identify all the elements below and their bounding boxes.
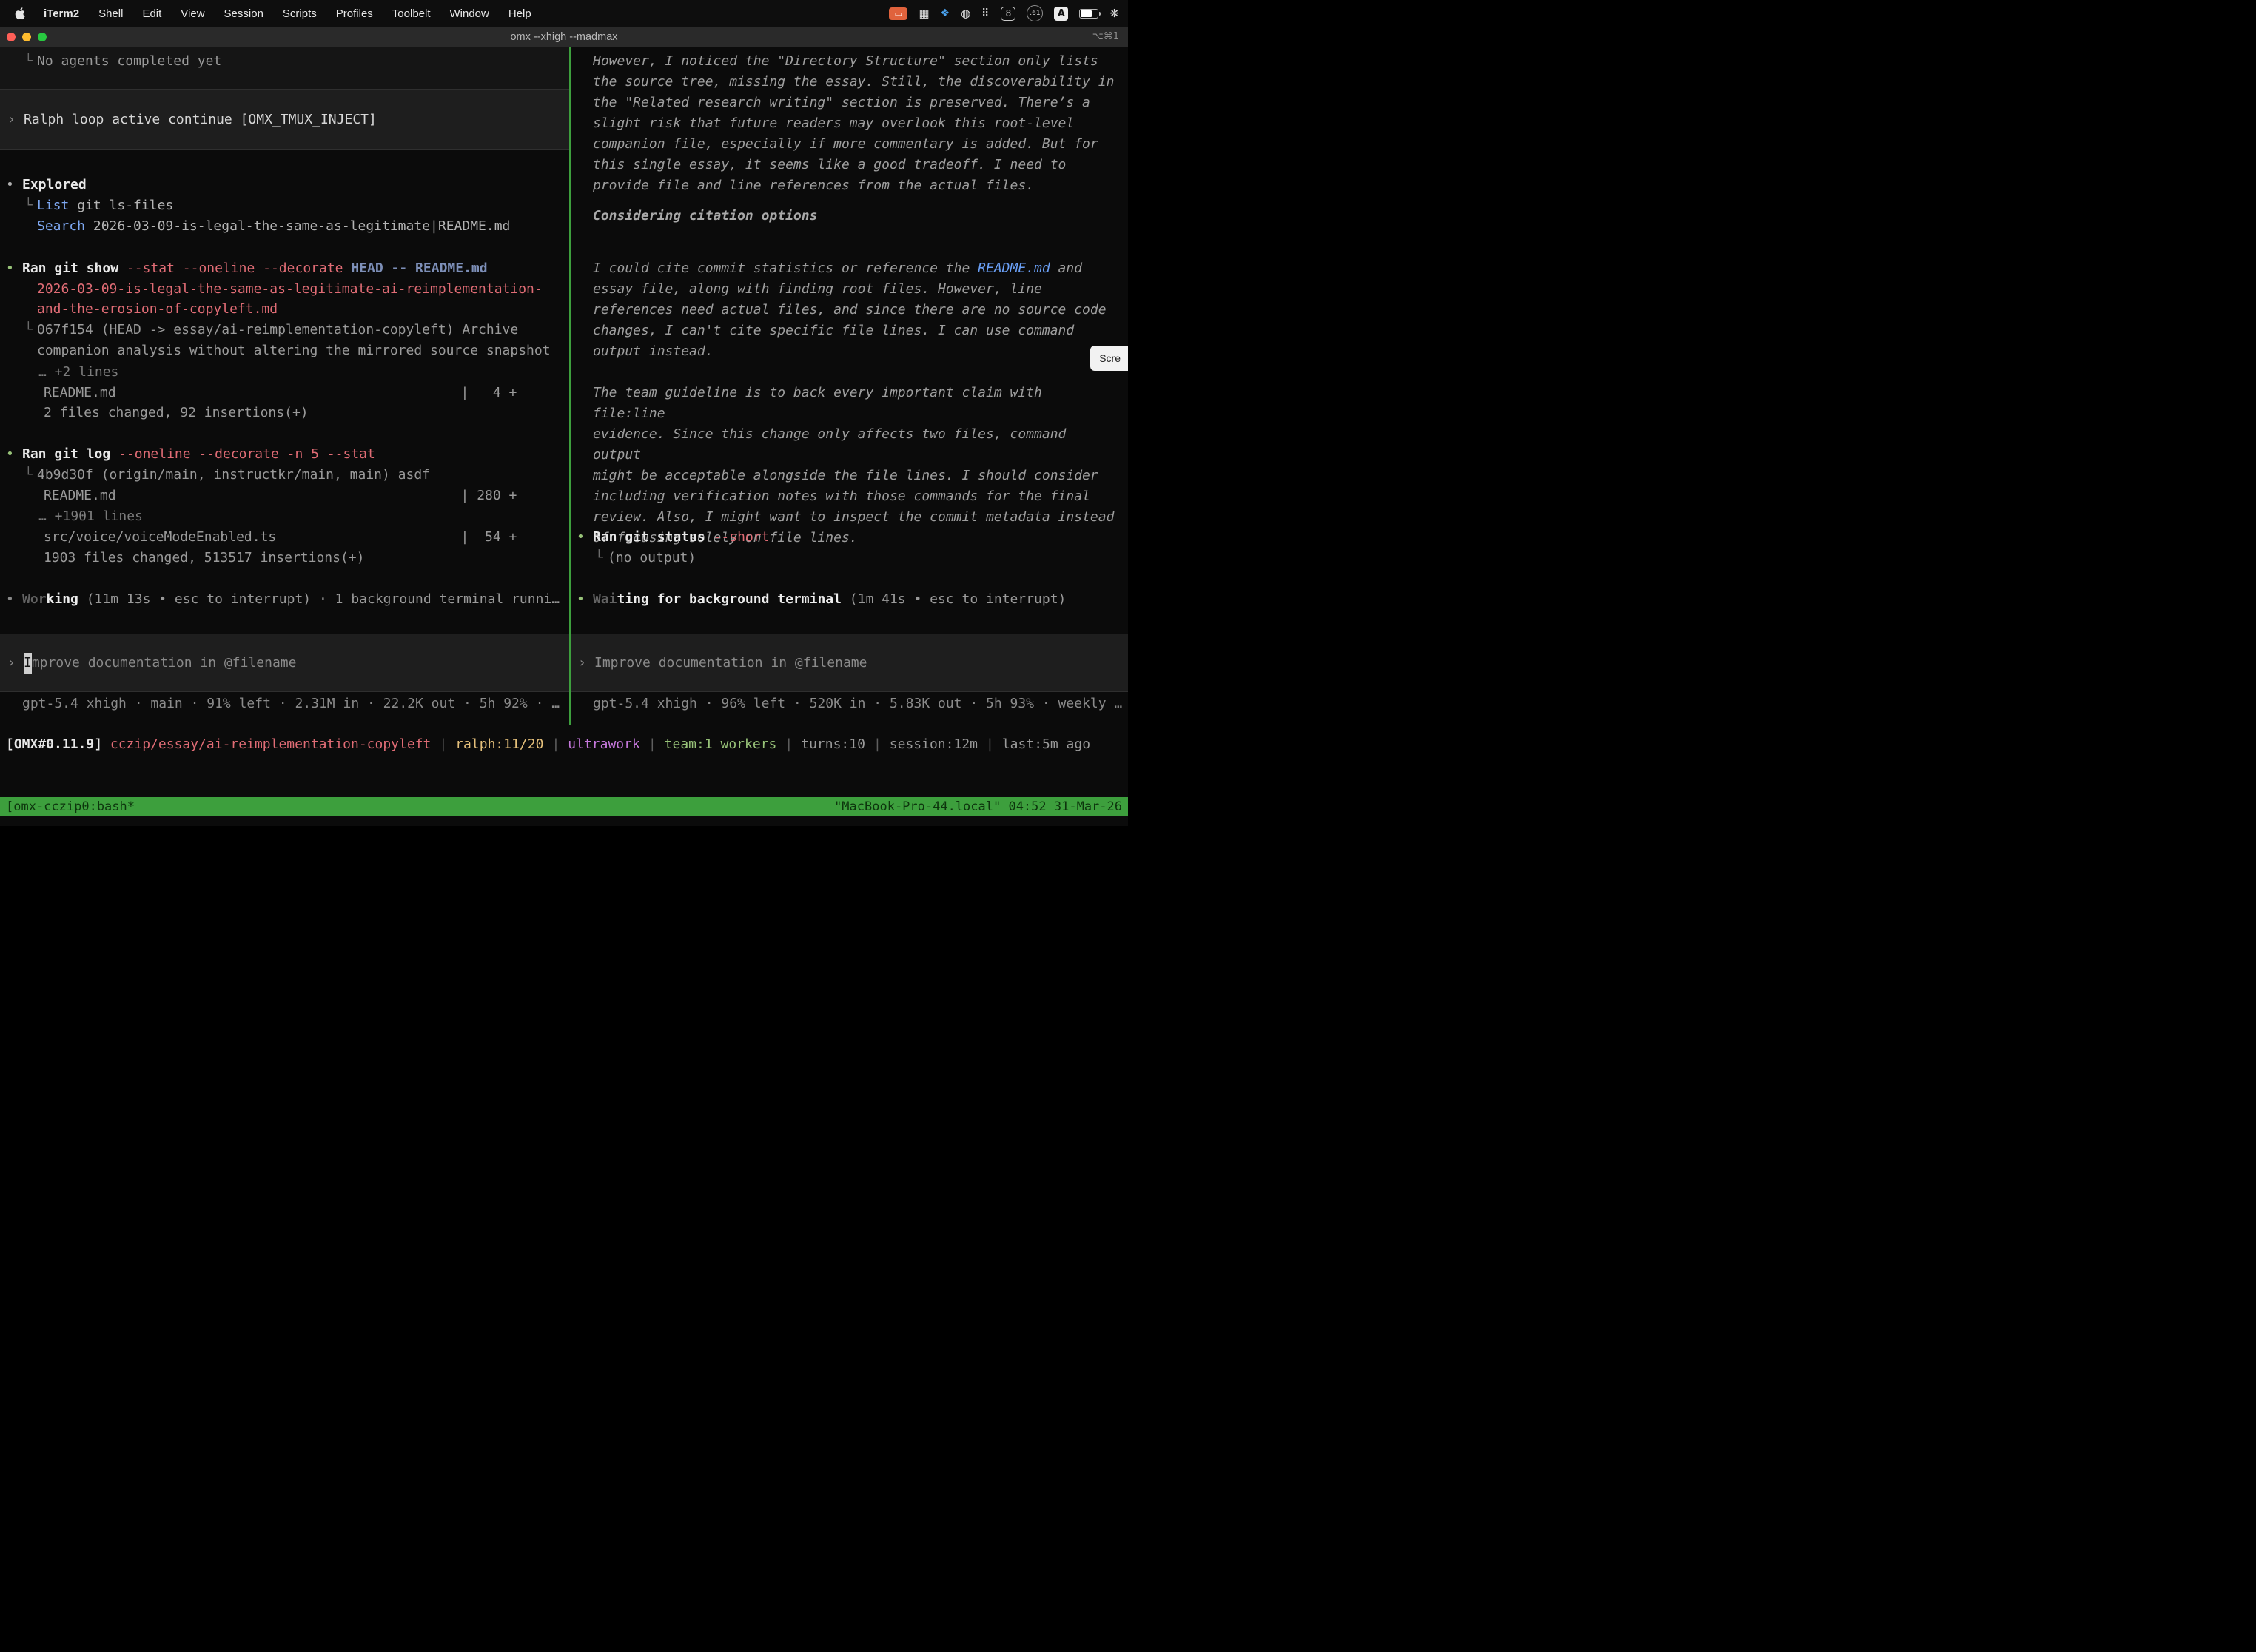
terminal-content: └No agents completed yet ›Ralph loop act… <box>0 47 1128 725</box>
prompt-text: Improve documentation in @filename <box>594 653 867 674</box>
menu-shell[interactable]: Shell <box>89 7 132 20</box>
omx-version: [OMX#0.11.9] <box>6 736 102 752</box>
menu-view[interactable]: View <box>171 7 214 20</box>
model-status-line: gpt-5.4 xhigh · 96% left · 520K in · 5.8… <box>593 694 1122 714</box>
prompt-input[interactable]: ›Improve documentation in @filename <box>0 634 569 692</box>
git-show-arg-wrap-1: 2026-03-09-is-legal-the-same-as-legitima… <box>37 279 543 300</box>
menu-session[interactable]: Session <box>215 7 273 20</box>
spinner-bullet-icon: • <box>6 589 22 610</box>
prompt-chevron-icon: › <box>7 653 24 674</box>
readme-link[interactable]: README.md <box>978 261 1050 276</box>
menu-window[interactable]: Window <box>440 7 499 20</box>
tmux-session-name[interactable]: [omx-cczip0:bash* <box>6 797 135 816</box>
git-show-stat-summary: 2 files changed, 92 insertions(+) <box>44 403 309 423</box>
omx-team: team:1 workers <box>665 736 777 752</box>
model-status-line: gpt-5.4 xhigh · main · 91% left · 2.31M … <box>22 694 560 714</box>
omx-mode: ultrawork <box>568 736 640 752</box>
omx-status-bar: [OMX#0.11.9] cczip/essay/ai-reimplementa… <box>6 734 1090 755</box>
omx-turns: turns:10 <box>801 736 865 752</box>
waiting-status-line: •Waiting for background terminal (1m 41s… <box>577 589 1066 610</box>
menu-status-area: ▭ ▦ ❖ ◍ ⠿ 8 .61 A ❋ <box>889 5 1119 21</box>
bullet-icon: • <box>6 175 22 195</box>
text-cursor: I <box>24 653 32 674</box>
ralph-banner: ›Ralph loop active continue [OMX_TMUX_IN… <box>0 90 569 150</box>
screen-share-tooltip[interactable]: Scre <box>1090 346 1128 371</box>
menu-extra-icon[interactable]: ❋ <box>1109 6 1119 21</box>
left-pane[interactable]: └No agents completed yet ›Ralph loop act… <box>0 47 569 725</box>
menu-scripts[interactable]: Scripts <box>273 7 326 20</box>
prompt-text: mprove documentation in @filename <box>32 653 297 674</box>
menu-toolbelt[interactable]: Toolbelt <box>383 7 440 20</box>
git-show-output-1: └067f154 (HEAD -> essay/ai-reimplementat… <box>24 320 518 340</box>
ran-git-log-line: •Ran git log --oneline --decorate -n 5 -… <box>6 444 375 465</box>
explored-list-line: └List git ls-files <box>24 195 173 216</box>
agents-note: └No agents completed yet <box>24 51 221 72</box>
working-status-line: •Working (11m 13s • esc to interrupt) · … <box>6 589 560 610</box>
battery-icon[interactable] <box>1079 9 1098 19</box>
menu-iterm2[interactable]: iTerm2 <box>34 7 89 20</box>
tmux-status-bar[interactable]: [omx-cczip0:bash* "MacBook-Pro-44.local" … <box>0 797 1128 816</box>
omx-last-activity: last:5m ago <box>1002 736 1090 752</box>
tree-branch-icon: └ <box>24 195 37 216</box>
ralph-banner-text: Ralph loop active continue [OMX_TMUX_INJ… <box>24 110 377 130</box>
explored-header: •Explored <box>6 175 87 195</box>
git-log-stat-readme: README.md | 280 + <box>44 486 517 506</box>
tree-branch-icon: └ <box>24 465 37 486</box>
prompt-input[interactable]: ›Improve documentation in @filename <box>571 634 1128 692</box>
battery-percent-icon[interactable]: .61 <box>1027 5 1043 21</box>
apps-grid-icon[interactable]: ⠿ <box>981 6 990 21</box>
bullet-icon: • <box>577 527 593 548</box>
git-show-more-lines[interactable]: … +2 lines <box>38 362 118 383</box>
prompt-chevron-icon: › <box>578 653 594 674</box>
git-show-stat-readme: README.md | 4 + <box>44 383 517 403</box>
apple-menu[interactable] <box>12 7 34 20</box>
explored-search-line: Search 2026-03-09-is-legal-the-same-as-l… <box>37 216 510 237</box>
omx-branch-path: cczip/essay/ai-reimplementation-copyleft <box>110 736 431 752</box>
window-shortcut-hint: ⌥⌘1 <box>1092 31 1128 42</box>
terminal-app-icon[interactable]: ◍ <box>961 6 970 21</box>
menu-edit[interactable]: Edit <box>132 7 171 20</box>
agents-panel: └No agents completed yet <box>0 47 569 90</box>
omx-ralph-counter: ralph:11/20 <box>455 736 543 752</box>
raycast-icon[interactable]: ❖ <box>941 6 950 21</box>
ran-git-show-line: •Ran git show --stat --oneline --decorat… <box>6 258 488 279</box>
right-pane[interactable]: However, I noticed the "Directory Struct… <box>571 47 1128 725</box>
bullet-icon: • <box>6 444 22 465</box>
git-log-stat-voice: src/voice/voiceModeEnabled.ts | 54 + <box>44 527 517 548</box>
screen: iTerm2 Shell Edit View Session Scripts P… <box>0 0 1128 826</box>
window-titlebar[interactable]: omx --xhigh --madmax ⌥⌘1 <box>0 27 1128 47</box>
input-source-icon[interactable]: A <box>1054 7 1068 21</box>
omx-session-time: session:12m <box>890 736 978 752</box>
tree-branch-icon: └ <box>24 51 37 72</box>
git-show-output-2: companion analysis without altering the … <box>37 340 551 361</box>
reasoning-paragraph-3: The team guideline is to back every impo… <box>593 383 1118 548</box>
screen-recording-icon[interactable]: ▭ <box>889 7 907 20</box>
spinner-bullet-icon: • <box>577 589 593 610</box>
tmux-host-clock: "MacBook-Pro-44.local" 04:52 31-Mar-26 <box>834 797 1122 816</box>
ran-git-status-line: •Ran git status --short <box>577 527 769 548</box>
git-status-output: └(no output) <box>595 548 696 568</box>
window-title: omx --xhigh --madmax <box>0 31 1128 43</box>
chevron-icon: › <box>7 110 24 130</box>
menu-bar: iTerm2 Shell Edit View Session Scripts P… <box>0 0 1128 27</box>
git-log-more-lines[interactable]: … +1901 lines <box>38 506 143 527</box>
git-log-stat-summary: 1903 files changed, 513517 insertions(+) <box>44 548 364 568</box>
apple-icon <box>15 7 25 20</box>
spreadsheet-icon[interactable]: ▦ <box>919 6 929 21</box>
git-show-arg-wrap-2: and-the-erosion-of-copyleft.md <box>37 299 278 320</box>
tree-branch-icon: └ <box>24 320 37 340</box>
tree-branch-icon: └ <box>595 548 608 568</box>
bullet-icon: • <box>6 258 22 279</box>
menu-profiles[interactable]: Profiles <box>326 7 383 20</box>
reasoning-paragraph-2: I could cite commit statistics or refere… <box>593 258 1118 362</box>
reasoning-paragraph-1: However, I noticed the "Directory Struct… <box>593 51 1118 196</box>
menu-help[interactable]: Help <box>499 7 541 20</box>
keyboard-key-icon[interactable]: 8 <box>1001 7 1015 21</box>
git-log-output-1: └4b9d30f (origin/main, instructkr/main, … <box>24 465 430 486</box>
reasoning-heading: Considering citation options <box>593 206 817 226</box>
